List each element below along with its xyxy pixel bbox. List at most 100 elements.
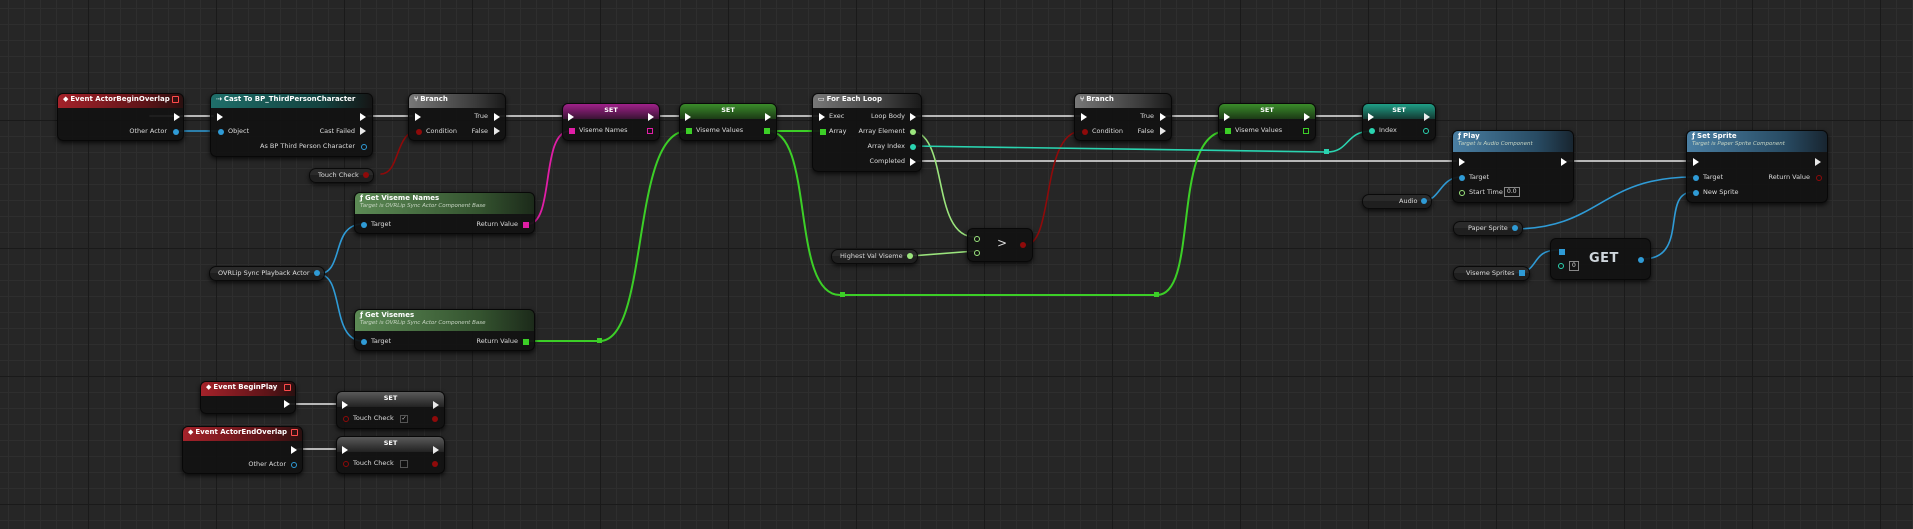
exec-out-pin[interactable] — [1561, 158, 1567, 166]
as-character-pin[interactable] — [361, 144, 367, 150]
exec-out-pin[interactable] — [765, 113, 771, 121]
bool-in-pin[interactable] — [343, 461, 349, 467]
b-pin[interactable] — [974, 250, 980, 256]
condition-pin[interactable] — [416, 129, 422, 135]
touch-check-checkbox[interactable] — [400, 460, 408, 468]
delegate-pin-icon[interactable] — [291, 429, 298, 436]
exec-out-pin[interactable] — [291, 446, 297, 454]
play-audio-node[interactable]: ƒ Play Target is Audio Component Target St… — [1452, 130, 1574, 203]
get-visemes-node[interactable]: ƒ Get Visemes Target is OVRLip Sync Actor … — [354, 309, 535, 351]
exec-in-pin[interactable] — [685, 113, 691, 121]
exec-out-pin[interactable] — [360, 113, 366, 121]
event-actor-begin-overlap-node[interactable]: ◆ Event ActorBeginOverlap Other Actor — [57, 93, 184, 141]
touch-check-checkbox[interactable]: ✓ — [400, 415, 408, 423]
array-index-pin[interactable] — [910, 144, 916, 150]
bool-in-pin[interactable] — [343, 416, 349, 422]
exec-in-pin[interactable] — [568, 113, 574, 121]
greater-than-node[interactable]: > — [967, 228, 1033, 262]
target-pin[interactable] — [361, 339, 367, 345]
exec-in-pin[interactable] — [1224, 113, 1230, 121]
exec-in-pin[interactable] — [1693, 158, 1699, 166]
new-sprite-pin[interactable] — [1693, 190, 1699, 196]
exec-in-pin[interactable] — [342, 446, 348, 454]
array-in-pin[interactable] — [686, 128, 692, 134]
set-viseme-values-node[interactable]: SET Viseme Values — [1218, 103, 1316, 141]
for-each-loop-node[interactable]: ▭ For Each Loop Exec Loop Body Array Arra… — [812, 93, 922, 172]
array-in-pin[interactable] — [569, 128, 575, 134]
array-get-node[interactable]: 0 GET — [1550, 238, 1651, 280]
event-begin-play-node[interactable]: ◆ Event BeginPlay — [200, 381, 296, 414]
loop-body-pin[interactable] — [910, 113, 916, 121]
target-pin[interactable] — [361, 222, 367, 228]
index-input[interactable]: 0 — [1569, 261, 1579, 271]
exec-in-pin[interactable] — [819, 113, 825, 121]
object-out-pin[interactable] — [313, 270, 320, 276]
get-viseme-names-node[interactable]: ƒ Get Viseme Names Target is OVRLip Sync A… — [354, 192, 535, 234]
exec-out-pin[interactable] — [1304, 113, 1310, 121]
delegate-pin-icon[interactable] — [284, 384, 291, 391]
branch-node[interactable]: ⑂ Branch True Condition False — [408, 93, 506, 141]
exec-out-pin[interactable] — [1815, 158, 1821, 166]
set-viseme-values-node[interactable]: SET Viseme Values — [679, 103, 777, 141]
return-value-pin[interactable] — [523, 222, 529, 228]
touch-check-variable[interactable]: Touch Check — [309, 168, 374, 183]
array-out-pin[interactable] — [764, 128, 770, 134]
delegate-pin-icon[interactable] — [172, 96, 179, 103]
condition-pin[interactable] — [1082, 129, 1088, 135]
exec-in-pin[interactable] — [415, 113, 421, 121]
other-actor-pin[interactable] — [291, 462, 297, 468]
exec-in-pin[interactable] — [1459, 158, 1465, 166]
cast-failed-pin[interactable] — [360, 127, 366, 135]
index-in-pin[interactable] — [1369, 128, 1375, 134]
reroute-knot[interactable] — [840, 292, 845, 297]
exec-in-pin[interactable] — [1081, 113, 1087, 121]
array-out-pin[interactable] — [1518, 270, 1525, 276]
bool-out-pin[interactable] — [432, 461, 438, 467]
true-pin[interactable] — [1160, 113, 1166, 121]
branch-node[interactable]: ⑂ Branch True Condition False — [1074, 93, 1172, 141]
highest-val-viseme-variable[interactable]: Highest Val Viseme — [831, 249, 918, 264]
start-time-input[interactable]: 0.0 — [1504, 187, 1520, 197]
exec-in-pin[interactable] — [217, 113, 223, 121]
exec-out-pin[interactable] — [433, 401, 439, 409]
set-index-node[interactable]: SET Index — [1362, 103, 1436, 141]
array-element-pin[interactable] — [910, 129, 916, 135]
event-actor-end-overlap-node[interactable]: ◆ Event ActorEndOverlap Other Actor — [182, 426, 303, 474]
bool-out-pin[interactable] — [432, 416, 438, 422]
a-pin[interactable] — [974, 236, 980, 242]
exec-out-pin[interactable] — [284, 400, 290, 408]
array-in-pin[interactable] — [1559, 249, 1565, 255]
exec-out-pin[interactable] — [433, 446, 439, 454]
exec-out-pin[interactable] — [174, 113, 180, 121]
bool-out-pin[interactable] — [362, 172, 369, 178]
index-pin[interactable] — [1558, 263, 1564, 269]
completed-pin[interactable] — [910, 158, 916, 166]
array-pin[interactable] — [820, 129, 826, 135]
reroute-knot[interactable] — [1324, 149, 1329, 154]
array-in-pin[interactable] — [1225, 128, 1231, 134]
array-out-pin[interactable] — [647, 128, 653, 134]
false-pin[interactable] — [1160, 127, 1166, 135]
set-sprite-node[interactable]: ƒ Set Sprite Target is Paper Sprite Compon… — [1686, 130, 1828, 203]
true-pin[interactable] — [494, 113, 500, 121]
target-pin[interactable] — [1459, 175, 1465, 181]
target-pin[interactable] — [1693, 175, 1699, 181]
return-value-pin[interactable] — [1816, 175, 1822, 181]
return-value-pin[interactable] — [523, 339, 529, 345]
exec-out-pin[interactable] — [648, 113, 654, 121]
start-time-pin[interactable] — [1459, 190, 1465, 196]
exec-out-pin[interactable] — [1424, 113, 1430, 121]
viseme-sprites-variable[interactable]: Viseme Sprites — [1453, 266, 1530, 281]
exec-in-pin[interactable] — [1368, 113, 1374, 121]
object-pin[interactable] — [218, 129, 224, 135]
reroute-knot[interactable] — [1154, 292, 1159, 297]
float-out-pin[interactable] — [906, 253, 913, 259]
reroute-knot[interactable] — [597, 338, 602, 343]
other-actor-pin[interactable] — [173, 129, 179, 135]
set-viseme-names-node[interactable]: SET Viseme Names — [562, 103, 660, 141]
result-pin[interactable] — [1020, 242, 1026, 248]
set-touch-check-node[interactable]: SET Touch Check ✓ — [336, 391, 445, 429]
paper-sprite-variable[interactable]: Paper Sprite — [1453, 221, 1523, 236]
ovr-lip-sync-actor-variable[interactable]: OVRLip Sync Playback Actor — [209, 266, 325, 281]
false-pin[interactable] — [494, 127, 500, 135]
